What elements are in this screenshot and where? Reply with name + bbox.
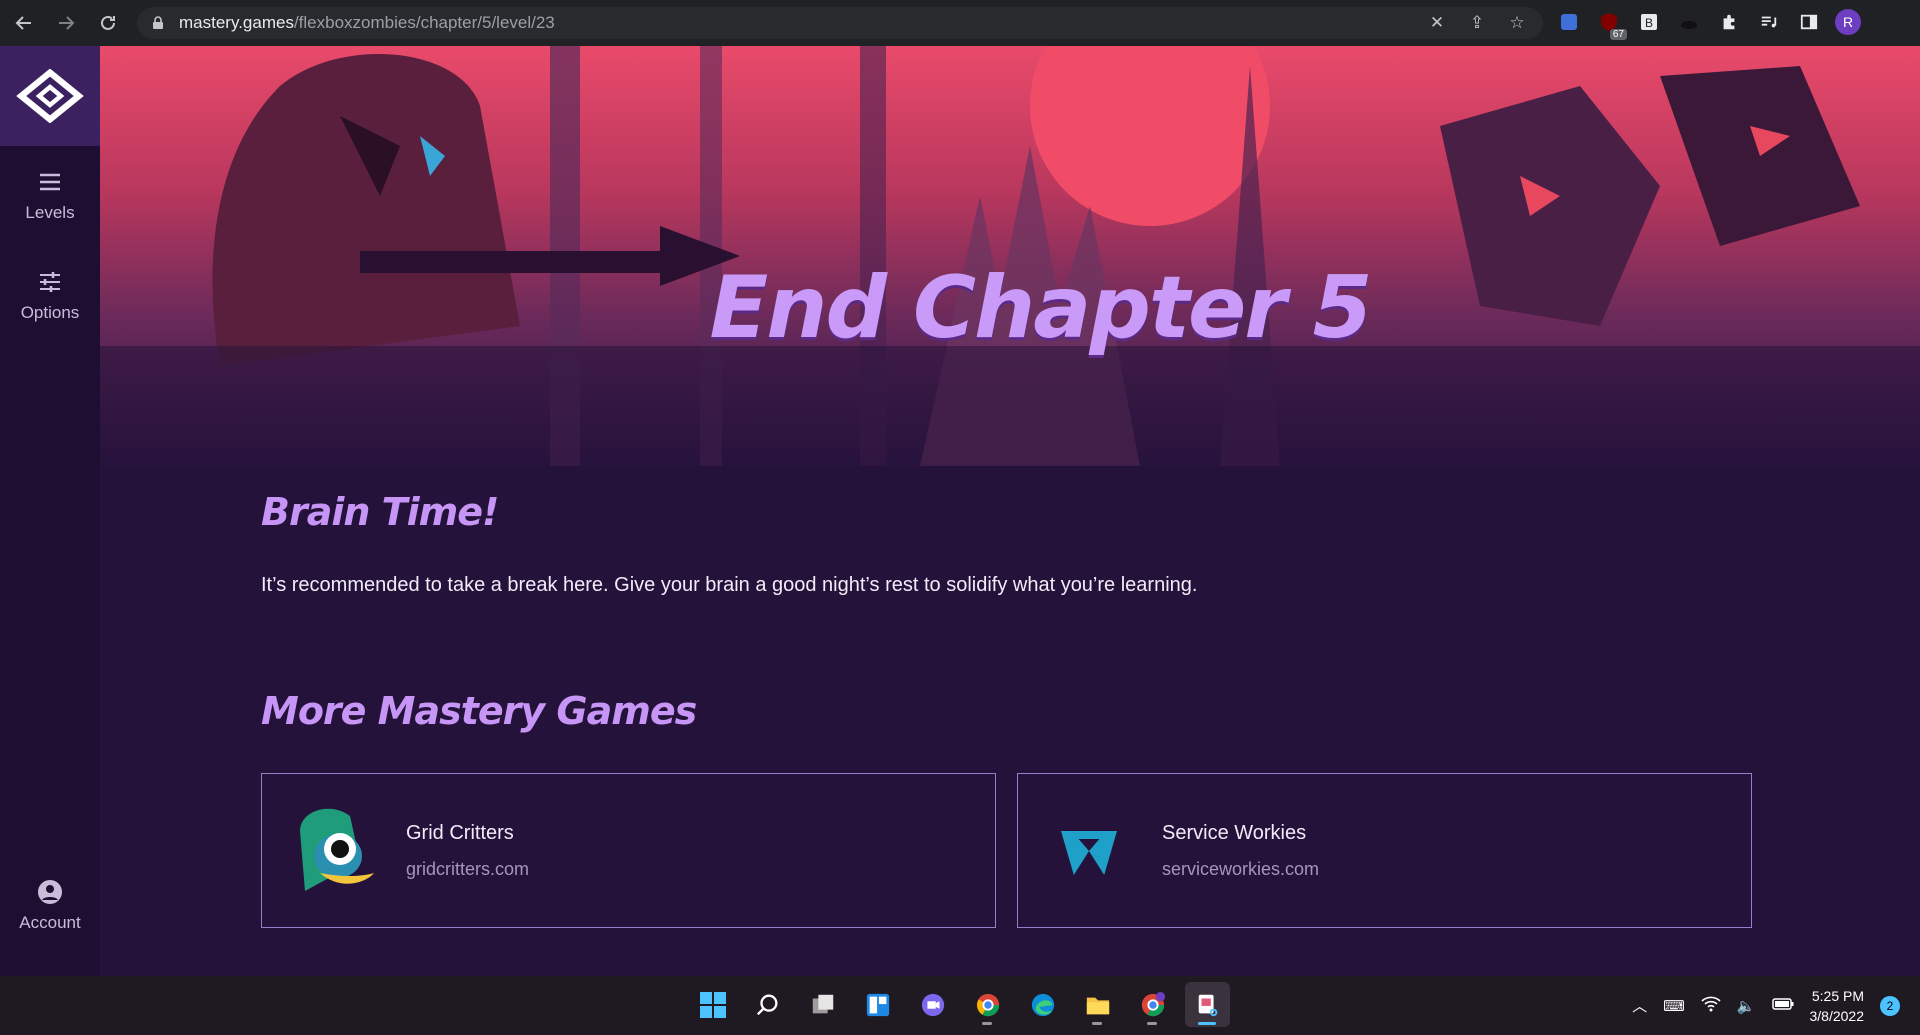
back-icon[interactable]	[6, 5, 42, 41]
cat-extension-icon[interactable]	[1675, 8, 1703, 36]
service-workies-icon	[1046, 801, 1132, 901]
game-url: serviceworkies.com	[1162, 858, 1320, 879]
search-button[interactable]	[745, 982, 790, 1027]
share-icon[interactable]: ⇪	[1467, 13, 1487, 33]
widgets-icon	[866, 993, 889, 1016]
address-bar[interactable]: mastery.games/flexboxzombies/chapter/5/l…	[137, 7, 1543, 39]
chapter-hero-banner: End Chapter 5	[100, 46, 1920, 466]
folder-icon	[1086, 997, 1109, 1014]
start-button[interactable]	[690, 982, 735, 1027]
chevron-up-icon[interactable]: ︿	[1632, 995, 1647, 1016]
file-explorer-app[interactable]	[1075, 982, 1120, 1027]
sliders-icon	[40, 272, 60, 292]
volume-icon[interactable]: 🔈	[1737, 997, 1756, 1015]
game-url: gridcritters.com	[406, 858, 530, 879]
chrome-icon	[1141, 991, 1165, 1016]
sidebar: Levels Options Account	[0, 46, 100, 976]
account-icon	[38, 880, 62, 904]
brain-time-text: It’s recommended to take a break here. G…	[261, 574, 1198, 596]
edge-icon	[1031, 993, 1054, 1016]
forward-icon[interactable]	[48, 5, 84, 41]
chrome-icon	[976, 993, 999, 1016]
url-text: mastery.games/flexboxzombies/chapter/5/l…	[179, 13, 555, 32]
puzzle-extensions-icon[interactable]	[1715, 8, 1743, 36]
mastery-games-logo[interactable]	[0, 46, 100, 146]
sidebar-item-label: Account	[19, 913, 81, 932]
widgets-button[interactable]	[855, 982, 900, 1027]
b-extension-icon[interactable]: B	[1635, 8, 1663, 36]
notification-badge[interactable]: 2	[1880, 995, 1900, 1016]
brain-time-heading: Brain Time!	[261, 490, 499, 534]
task-view-icon	[812, 994, 833, 1013]
battery-icon[interactable]	[1771, 997, 1794, 1015]
snipping-tool-icon	[1198, 994, 1217, 1016]
sidebar-item-label: Levels	[25, 203, 75, 222]
sidebar-item-options[interactable]: Options	[0, 246, 100, 346]
media-queue-icon[interactable]	[1755, 8, 1783, 36]
lock-icon	[153, 16, 163, 29]
clock[interactable]: 5:25 PM 3/8/2022	[1810, 986, 1865, 1026]
game-title: Grid Critters	[406, 821, 514, 844]
sidebar-item-account[interactable]: Account	[0, 856, 100, 956]
main-content: Brain Time! It’s recommended to take a b…	[261, 490, 1761, 928]
hero-illustration	[100, 46, 1920, 466]
grid-critters-icon	[290, 801, 376, 901]
game-title: Service Workies	[1162, 821, 1307, 844]
ublock-extension-icon[interactable]: 67	[1595, 8, 1627, 40]
chat-button[interactable]	[910, 982, 955, 1027]
more-games-heading: More Mastery Games	[261, 689, 697, 733]
svg-text:B: B	[1645, 16, 1653, 30]
wifi-icon[interactable]	[1701, 996, 1721, 1016]
taskbar: ︿ ⌨ 🔈 5:25 PM 3/8/2022 2	[0, 976, 1920, 1035]
clock-date: 3/8/2022	[1809, 1007, 1865, 1024]
hamburger-icon	[40, 173, 60, 191]
windows-icon	[699, 991, 726, 1018]
side-panel-icon[interactable]	[1795, 8, 1823, 36]
chapter-title: End Chapter 5	[709, 258, 1372, 358]
blocked-icon[interactable]: ✕	[1427, 13, 1447, 33]
clock-time: 5:25 PM	[1811, 987, 1864, 1004]
edge-app[interactable]	[1020, 982, 1065, 1027]
chrome-profile-app[interactable]	[1130, 982, 1175, 1027]
reload-icon[interactable]	[90, 5, 126, 41]
sidebar-item-label: Options	[20, 303, 80, 322]
snipping-tool-app[interactable]	[1185, 982, 1230, 1027]
keyboard-icon[interactable]: ⌨	[1663, 997, 1685, 1015]
games-list: Grid Critters gridcritters.com Service W…	[261, 773, 1761, 928]
password-manager-extension-icon[interactable]	[1555, 8, 1583, 36]
chat-icon	[921, 993, 944, 1016]
browser-toolbar: mastery.games/flexboxzombies/chapter/5/l…	[0, 0, 1920, 46]
bookmark-star-icon[interactable]: ☆	[1507, 13, 1527, 33]
profile-avatar[interactable]: R	[1835, 9, 1861, 35]
task-view-button[interactable]	[800, 982, 845, 1027]
system-tray: ︿ ⌨ 🔈 5:25 PM 3/8/2022 2	[1632, 976, 1920, 1035]
search-icon	[756, 994, 778, 1015]
chrome-app[interactable]	[965, 982, 1010, 1027]
sidebar-item-levels[interactable]: Levels	[0, 146, 100, 246]
game-card-grid-critters[interactable]: Grid Critters gridcritters.com	[261, 773, 996, 928]
game-card-service-workies[interactable]: Service Workies serviceworkies.com	[1017, 773, 1752, 928]
